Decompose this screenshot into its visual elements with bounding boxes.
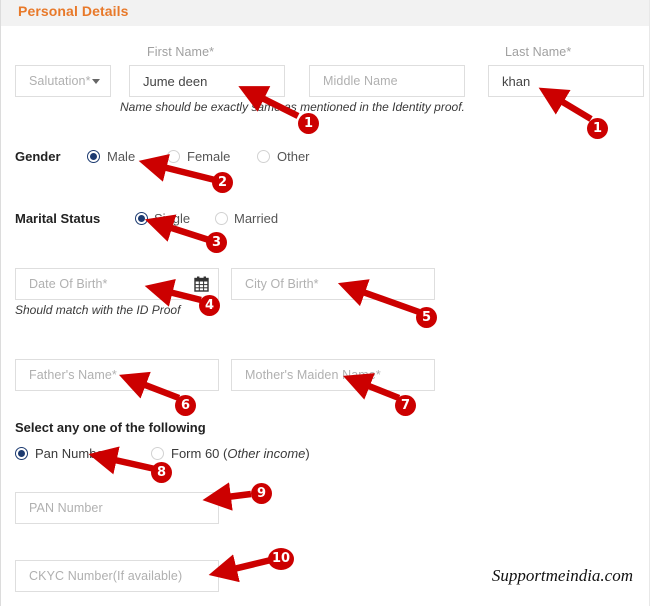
annotation-badge-4: 4 <box>199 295 220 316</box>
fathers-name-placeholder: Father's Name* <box>29 368 117 382</box>
form-60-radio-label[interactable]: Form 60 (Other income) <box>171 446 310 461</box>
middle-name-placeholder: Middle Name <box>323 74 398 88</box>
gender-other-radio[interactable] <box>257 150 270 163</box>
first-name-label: First Name* <box>147 45 215 59</box>
annotation-badge-1b: 1 <box>587 118 608 139</box>
middle-name-input[interactable]: Middle Name <box>309 65 465 97</box>
last-name-value: khan <box>502 73 531 89</box>
chevron-down-icon <box>92 79 100 84</box>
gender-male-radio[interactable] <box>87 150 100 163</box>
pan-number-radio[interactable] <box>15 447 28 460</box>
gender-female-radio[interactable] <box>167 150 180 163</box>
personal-details-form: Personal Details First Name* Last Name* … <box>0 0 650 606</box>
form-60-text: Form 60 ( <box>171 446 228 461</box>
form-60-suffix: ) <box>305 446 310 461</box>
annotation-badge-6: 6 <box>175 395 196 416</box>
form-60-italic-text: Other income <box>227 446 306 461</box>
marital-married-label[interactable]: Married <box>234 211 278 226</box>
mothers-maiden-name-placeholder: Mother's Maiden Name* <box>245 368 381 382</box>
name-hint-text: Name should be exactly same as mentioned… <box>120 100 465 114</box>
ckyc-number-input[interactable]: CKYC Number(If available) <box>15 560 219 592</box>
salutation-select[interactable]: Salutation* <box>15 65 111 97</box>
annotation-badge-5: 5 <box>416 307 437 328</box>
last-name-input[interactable]: khan <box>488 65 644 97</box>
annotation-badge-2: 2 <box>212 172 233 193</box>
pan-number-placeholder: PAN Number <box>29 501 103 515</box>
first-name-value: Jume deen <box>143 73 208 89</box>
date-of-birth-input[interactable]: Date Of Birth* <box>15 268 219 300</box>
annotation-badge-3: 3 <box>206 232 227 253</box>
gender-label: Gender <box>15 149 61 164</box>
gender-other-label[interactable]: Other <box>277 149 310 164</box>
salutation-placeholder: Salutation* <box>29 74 91 88</box>
marital-married-radio[interactable] <box>215 212 228 225</box>
form-60-radio[interactable] <box>151 447 164 460</box>
annotation-badge-10: 10 <box>268 548 294 570</box>
dob-hint-text: Should match with the ID Proof <box>15 303 181 317</box>
marital-status-label: Marital Status <box>15 211 101 226</box>
gender-male-label[interactable]: Male <box>107 149 135 164</box>
mothers-maiden-name-input[interactable]: Mother's Maiden Name* <box>231 359 435 391</box>
marital-single-label[interactable]: Single <box>154 211 190 226</box>
watermark: Supportmeindia.com <box>491 566 633 585</box>
fathers-name-input[interactable]: Father's Name* <box>15 359 219 391</box>
city-of-birth-input[interactable]: City Of Birth* <box>231 268 435 300</box>
calendar-icon[interactable] <box>194 276 209 292</box>
gender-female-label[interactable]: Female <box>187 149 230 164</box>
id-choice-label: Select any one of the following <box>15 420 206 435</box>
date-of-birth-placeholder: Date Of Birth* <box>29 277 108 291</box>
pan-number-input[interactable]: PAN Number <box>15 492 219 524</box>
ckyc-number-placeholder: CKYC Number(If available) <box>29 569 183 583</box>
marital-single-radio[interactable] <box>135 212 148 225</box>
annotation-badge-1a: 1 <box>298 113 319 134</box>
annotation-badge-7: 7 <box>395 395 416 416</box>
page-title: Personal Details <box>18 3 129 19</box>
city-of-birth-placeholder: City Of Birth* <box>245 277 319 291</box>
last-name-label: Last Name* <box>505 45 572 59</box>
annotation-badge-8: 8 <box>151 462 172 483</box>
first-name-input[interactable]: Jume deen <box>129 65 285 97</box>
annotation-badge-9: 9 <box>251 483 272 504</box>
pan-number-radio-label[interactable]: Pan Number <box>35 446 108 461</box>
